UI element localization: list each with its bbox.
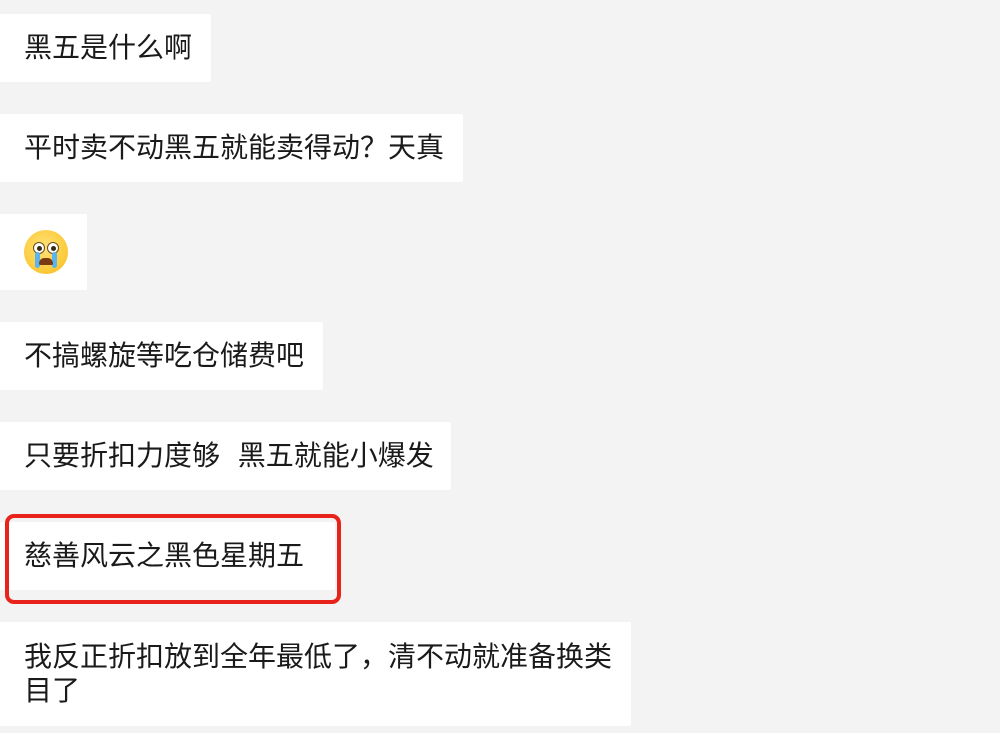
chat-message-emoji[interactable] xyxy=(0,214,87,290)
message-text: 我反正折扣放到全年最低了，清不动就准备换类目了 xyxy=(24,640,613,707)
message-text: 慈善风云之黑色星期五 xyxy=(24,539,305,572)
chat-message[interactable]: 黑五是什么啊 xyxy=(0,14,211,82)
message-text: 只要折扣力度够 黑五就能小爆发 xyxy=(24,439,434,472)
chat-message-highlighted[interactable]: 慈善风云之黑色星期五 xyxy=(0,522,335,590)
message-text: 不搞螺旋等吃仓储费吧 xyxy=(24,339,305,372)
message-text: 平时卖不动黑五就能卖得动？天真 xyxy=(24,131,445,164)
chat-message[interactable]: 我反正折扣放到全年最低了，清不动就准备换类目了 xyxy=(0,622,631,726)
chat-message-list: 黑五是什么啊 平时卖不动黑五就能卖得动？天真 不搞螺旋等吃仓储费吧 只要折扣力度… xyxy=(0,0,1000,733)
chat-message[interactable]: 只要折扣力度够 黑五就能小爆发 xyxy=(0,422,451,490)
crying-face-icon xyxy=(24,230,68,274)
chat-message[interactable]: 平时卖不动黑五就能卖得动？天真 xyxy=(0,114,463,182)
chat-message[interactable]: 不搞螺旋等吃仓储费吧 xyxy=(0,322,323,390)
message-text: 黑五是什么啊 xyxy=(24,31,193,64)
